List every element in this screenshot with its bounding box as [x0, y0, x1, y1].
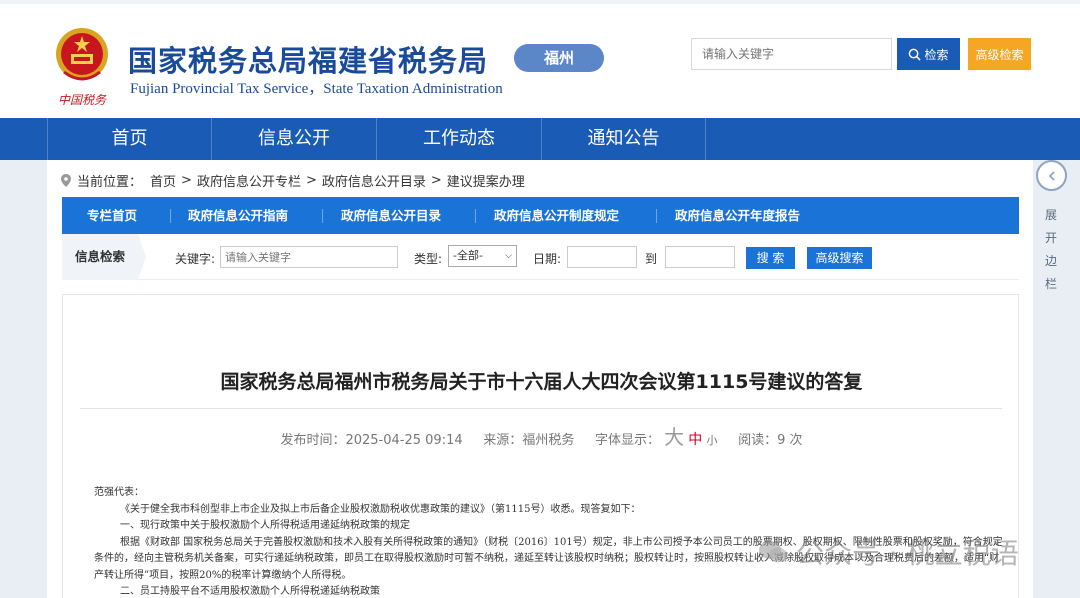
chevron-down-icon: ⌵ [505, 251, 512, 261]
national-emblem-logo[interactable]: 中国税务 [50, 24, 114, 108]
subnav-column-home[interactable]: 专栏首页 [87, 197, 137, 234]
font-size-medium-button[interactable]: 中 [688, 432, 702, 448]
publish-time: 2025-04-25 09:14 [345, 433, 463, 448]
main-nav: 首页 信息公开 工作动态 通知公告 [0, 118, 1080, 160]
read-count: 9 次 [777, 433, 803, 448]
date-label: 日期: [533, 252, 562, 266]
info-search-arrow [138, 234, 146, 280]
publish-time-label: 发布时间： [280, 433, 346, 448]
date-start-input[interactable] [567, 246, 637, 268]
breadcrumb-prefix: 当前位置： [77, 175, 143, 190]
header-search-input[interactable] [691, 38, 892, 70]
info-search-bar: 信息检索 关键字: 类型: -全部- ⌵ 日期: 到 搜 索 高级搜索 [62, 234, 1019, 280]
breadcrumb-separator: > [430, 173, 442, 188]
breadcrumb-separator: > [305, 173, 317, 188]
article-paragraph: 范强代表： [94, 487, 144, 498]
breadcrumb-item-column[interactable]: 政府信息公开专栏 [197, 171, 301, 190]
sub-nav: 专栏首页 政府信息公开指南 政府信息公开目录 政府信息公开制度规定 政府信息公开… [62, 197, 1019, 234]
type-label: 类型: [414, 252, 443, 266]
font-size-small-button[interactable]: 小 [706, 434, 717, 447]
read-count-label: 阅读： [738, 433, 778, 448]
breadcrumb-item-home[interactable]: 首页 [150, 171, 176, 190]
date-end-input[interactable] [665, 246, 735, 268]
header-search-button[interactable]: 检索 [897, 38, 960, 70]
info-search-title: 信息检索 [62, 234, 138, 280]
filter-advanced-search-button[interactable]: 高级搜索 [807, 247, 872, 269]
source-label: 来源： [483, 433, 523, 448]
font-size-label: 字体显示： [595, 433, 661, 448]
nav-home[interactable]: 首页 [47, 118, 211, 160]
subnav-catalog[interactable]: 政府信息公开目录 [341, 197, 441, 234]
subnav-regulations[interactable]: 政府信息公开制度规定 [494, 197, 619, 234]
date-to-label: 到 [645, 252, 658, 266]
article-paragraph: 《关于健全我市科创型非上市企业及拟上市后备企业股权激励税收优惠政策的建议》（第1… [120, 503, 641, 515]
nav-notices[interactable]: 通知公告 [541, 118, 706, 160]
header-search-label: 检索 [924, 47, 949, 62]
breadcrumb-separator: > [181, 173, 192, 188]
breadcrumb-item-current[interactable]: 建议提案办理 [447, 171, 525, 190]
site-title[interactable]: 国家税务总局福建省税务局 [128, 38, 488, 80]
breadcrumb-item-catalog[interactable]: 政府信息公开目录 [322, 171, 426, 190]
sidebar-expand-button[interactable] [1036, 160, 1067, 191]
nav-work-news[interactable]: 工作动态 [376, 118, 541, 160]
subnav-divider [656, 209, 657, 223]
subnav-divider [475, 209, 476, 223]
header-advanced-search-button[interactable]: 高级检索 [968, 38, 1031, 70]
logo-script-text: 中国税务 [58, 93, 107, 107]
article-title: 国家税务总局福州市税务局关于市十六届人大四次会议第1115号建议的答复 [220, 371, 863, 393]
subnav-divider [170, 209, 171, 223]
font-size-large-button[interactable]: 大 [664, 425, 684, 449]
location-pin-icon [61, 174, 71, 187]
sidebar-expand-label[interactable]: 展开边栏 [1043, 204, 1059, 296]
subnav-annual-report[interactable]: 政府信息公开年度报告 [675, 197, 800, 234]
subnav-divider [322, 209, 323, 223]
type-select-value: -全部- [453, 249, 483, 262]
source-value: 福州税务 [522, 433, 575, 448]
wechat-watermark: 公众号 · 桃立税语 [758, 532, 1019, 572]
filter-search-button[interactable]: 搜 索 [746, 247, 795, 269]
chevron-left-icon [1048, 170, 1055, 181]
site-subtitle: Fujian Provincial Tax Service，State Taxa… [130, 81, 503, 97]
city-badge[interactable]: 福州 [514, 44, 604, 72]
search-icon [909, 48, 922, 61]
subnav-guide[interactable]: 政府信息公开指南 [188, 197, 288, 234]
nav-info-disclosure[interactable]: 信息公开 [211, 118, 376, 160]
breadcrumb: 当前位置： 首页 > 政府信息公开专栏 > 政府信息公开目录 > 建议提案办理 [61, 171, 525, 190]
keyword-input[interactable] [220, 246, 398, 268]
keyword-label: 关键字: [175, 252, 216, 266]
article-divider [80, 408, 1002, 409]
watermark-text: 公众号 · 桃立税语 [796, 537, 1019, 570]
wechat-icon [759, 541, 787, 563]
article-meta: 发布时间：2025-04-25 09:14 来源：福州税务 字体显示： 大 中 … [63, 421, 1020, 450]
site-header: 中国税务 国家税务总局福建省税务局 Fujian Provincial Tax … [0, 0, 1080, 118]
type-select[interactable]: -全部- ⌵ [448, 245, 517, 267]
article-paragraph: 二、员工持股平台不适用股权激励个人所得税递延纳税政策 [120, 586, 380, 597]
